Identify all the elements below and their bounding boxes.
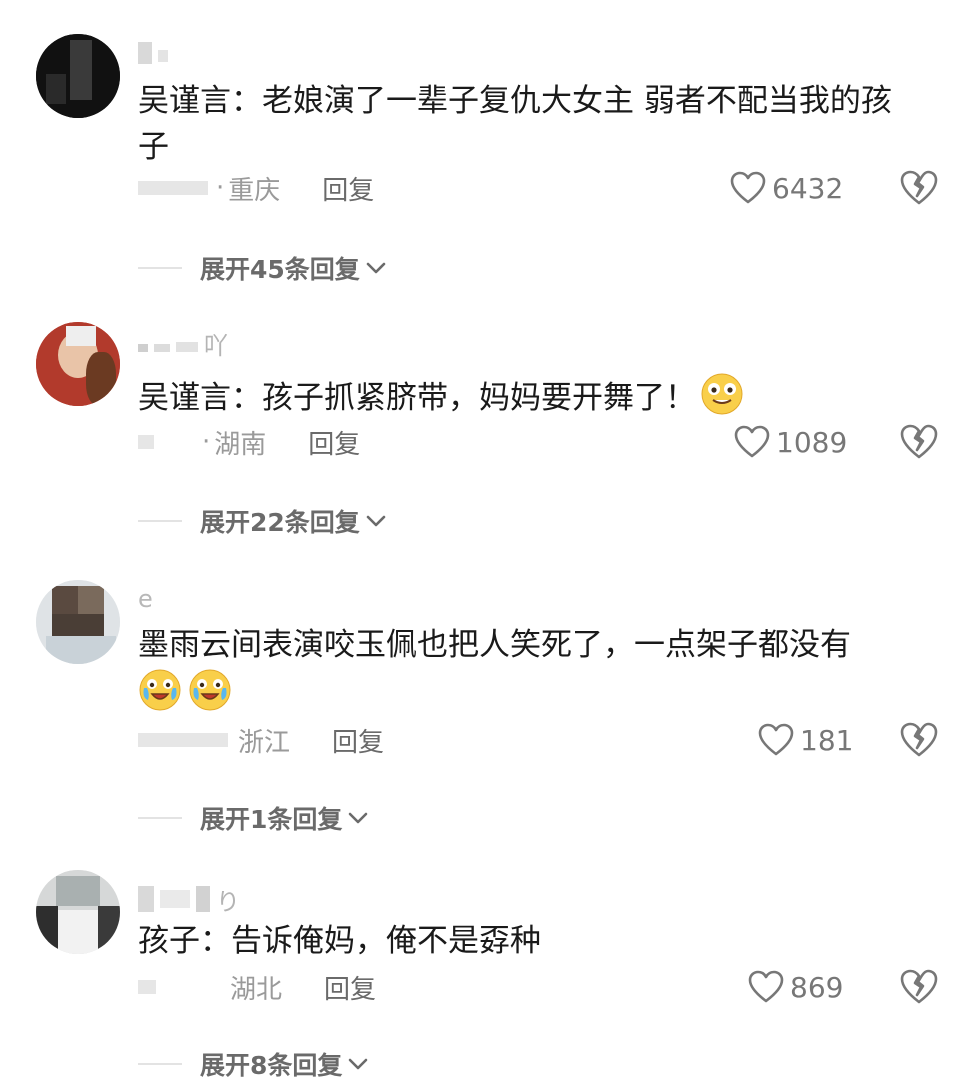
avatar[interactable] (36, 322, 120, 406)
heart-icon (734, 425, 770, 458)
username-text: e (138, 585, 153, 613)
username-blur (154, 344, 170, 352)
chevron-down-icon (349, 1058, 368, 1070)
like-button[interactable]: 869 (748, 967, 843, 1007)
comment-meta: · 湖南 回复 (138, 422, 360, 462)
heart-icon (758, 723, 794, 756)
expand-replies-button[interactable]: 展开22条回复 (138, 503, 386, 539)
time-blur (138, 181, 208, 195)
like-count: 869 (790, 970, 844, 1004)
reply-button[interactable]: 回复 (324, 969, 376, 1006)
comment-text: 墨雨云间表演咬玉佩也把人笑死了，一点架子都没有 (138, 622, 928, 717)
divider-line (138, 267, 182, 269)
comment-text-content: 吴谨言：孩子抓紧脐带，妈妈要开舞了！ (138, 380, 696, 416)
username-blur (196, 886, 210, 912)
username[interactable] (138, 36, 174, 70)
like-button[interactable]: 6432 (730, 168, 843, 208)
username-text: 吖 (204, 331, 228, 360)
divider-line (138, 520, 182, 522)
time-blur (138, 733, 228, 747)
username-text: り (216, 887, 240, 916)
avatar[interactable] (36, 34, 120, 118)
broken-heart-icon[interactable] (899, 422, 939, 462)
avatar[interactable] (36, 580, 120, 664)
avatar[interactable] (36, 870, 120, 954)
comment-text-content: 墨雨云间表演咬玉佩也把人笑死了，一点架子都没有 (138, 627, 851, 663)
chevron-down-icon (349, 812, 368, 824)
divider-line (138, 817, 182, 819)
time-blur (154, 435, 194, 449)
expand-replies-button[interactable]: 展开8条回复 (138, 1046, 368, 1082)
comment-meta: 浙江 回复 (138, 720, 384, 760)
like-button[interactable]: 1089 (734, 422, 847, 462)
comment-meta: 湖北 回复 (138, 967, 376, 1007)
location: 湖北 (230, 974, 283, 1005)
broken-heart-icon[interactable] (899, 720, 939, 760)
expand-replies-button[interactable]: 展开1条回复 (138, 800, 368, 836)
comment-list: 吴谨言：老娘演了一辈子复仇大女主 弱者不配当我的孩子 · 重庆 回复 6432 … (0, 0, 973, 1088)
time-blur (138, 435, 154, 449)
username-blur (176, 342, 198, 352)
heart-icon (748, 970, 784, 1003)
crying-laughing-emoji-icon (139, 669, 181, 711)
username-blur (138, 344, 148, 352)
like-button[interactable]: 181 (758, 720, 853, 760)
broken-heart-icon[interactable] (899, 967, 939, 1007)
expand-replies-button[interactable]: 展开45条回复 (138, 250, 386, 286)
laughing-face-emoji-icon (701, 373, 743, 415)
chevron-down-icon (366, 515, 386, 527)
comment-meta: · 重庆 回复 (138, 168, 374, 208)
username-blur (158, 50, 168, 62)
expand-label: 展开45条回复 (200, 255, 360, 284)
reply-button[interactable]: 回复 (332, 722, 384, 759)
username[interactable]: 吖 (138, 326, 228, 360)
username[interactable]: り (138, 882, 240, 916)
comment-text: 吴谨言：孩子抓紧脐带，妈妈要开舞了！ (138, 372, 928, 421)
location: 浙江 (238, 727, 291, 758)
username[interactable]: e (138, 582, 153, 616)
reply-button[interactable]: 回复 (308, 424, 360, 461)
expand-label: 展开1条回复 (200, 805, 343, 834)
username-blur (138, 42, 152, 64)
chevron-down-icon (366, 262, 386, 274)
username-blur (138, 886, 154, 912)
like-count: 1089 (776, 425, 848, 459)
expand-label: 展开22条回复 (200, 508, 360, 537)
location: 湖南 (214, 429, 267, 460)
dot-separator: · (202, 427, 211, 457)
expand-label: 展开8条回复 (200, 1051, 343, 1080)
crying-laughing-emoji-icon (189, 669, 231, 711)
time-blur (138, 980, 156, 994)
divider-line (138, 1063, 182, 1065)
like-count: 181 (800, 723, 854, 757)
broken-heart-icon[interactable] (899, 168, 939, 208)
reply-button[interactable]: 回复 (322, 170, 374, 207)
comment-text: 吴谨言：老娘演了一辈子复仇大女主 弱者不配当我的孩子 (138, 83, 892, 165)
heart-icon (730, 171, 766, 204)
location: 重庆 (228, 175, 281, 206)
comment-text: 孩子：告诉俺妈，俺不是孬种 (138, 923, 541, 959)
time-blur (156, 980, 216, 994)
like-count: 6432 (772, 171, 844, 205)
dot-separator: · (216, 173, 225, 203)
username-blur (160, 890, 190, 908)
